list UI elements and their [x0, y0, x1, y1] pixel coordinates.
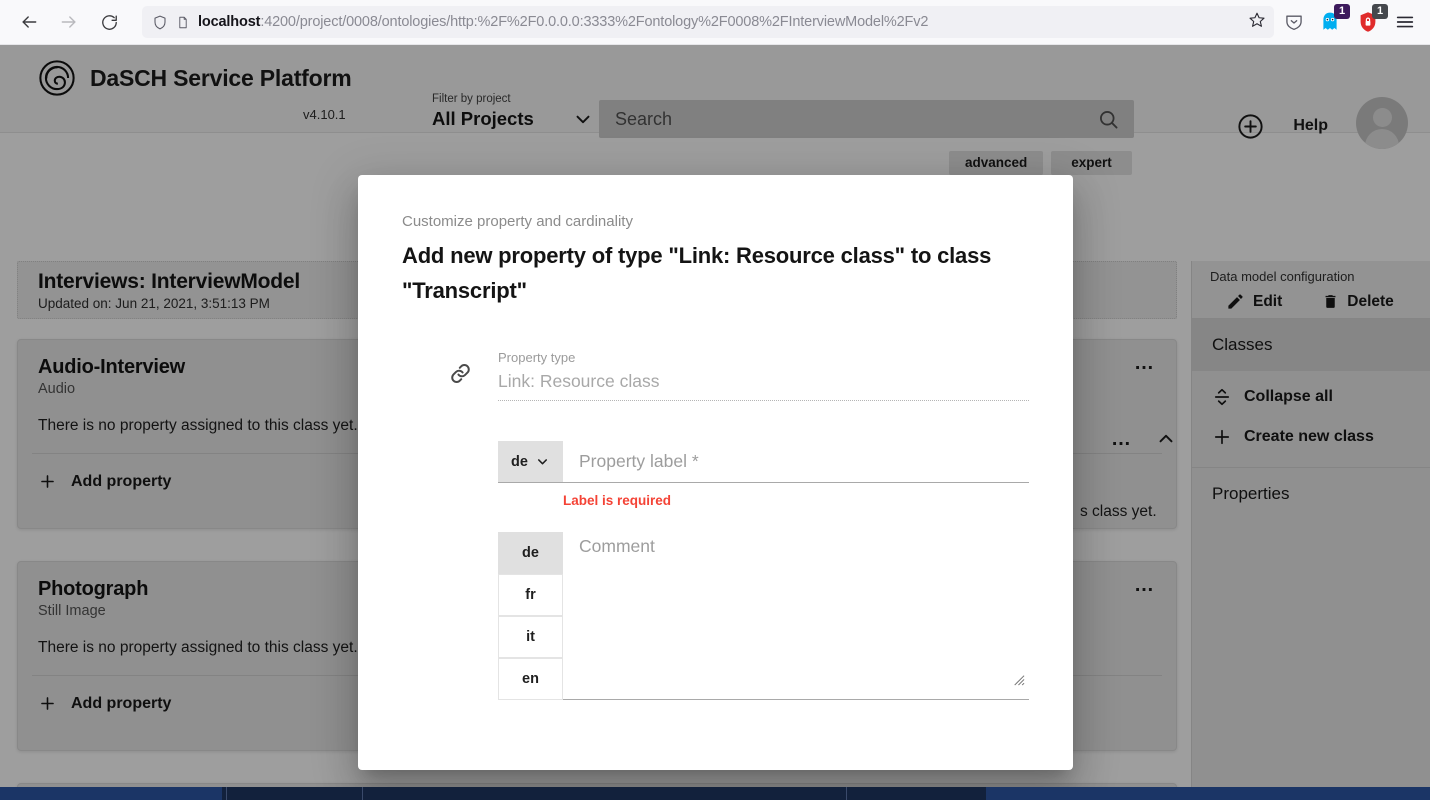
page-info-icon[interactable] — [176, 14, 190, 31]
back-button[interactable] — [12, 5, 46, 39]
bookmark-star-icon[interactable] — [1248, 11, 1266, 34]
hamburger-menu-icon — [1394, 11, 1416, 33]
property-label-input[interactable]: Property label * — [563, 441, 1029, 483]
address-bar-container: localhost:4200/project/0008/ontologies/h… — [126, 6, 1284, 38]
comment-textarea[interactable]: Comment — [563, 532, 1029, 700]
browser-toolbar: localhost:4200/project/0008/ontologies/h… — [0, 0, 1430, 45]
property-label-placeholder: Property label * — [579, 451, 699, 472]
taskbar-item[interactable] — [986, 787, 1430, 800]
os-taskbar[interactable] — [0, 787, 1430, 800]
property-type-label: Property type — [498, 350, 1029, 366]
dialog-overline: Customize property and cardinality — [402, 213, 1029, 230]
property-label-error: Label is required — [402, 493, 1029, 508]
link-icon — [448, 361, 498, 401]
reload-button[interactable] — [92, 5, 126, 39]
chevron-down-icon — [535, 454, 550, 469]
property-type-input-readonly: Property type Link: Resource class — [498, 350, 1029, 401]
lock-shield-extension-button[interactable]: 1 — [1356, 10, 1380, 34]
comment-language-option-fr[interactable]: fr — [498, 574, 563, 616]
ghost-extension-badge: 1 — [1334, 4, 1350, 19]
address-bar[interactable]: localhost:4200/project/0008/ontologies/h… — [142, 6, 1274, 38]
property-type-field: Property type Link: Resource class — [402, 350, 1029, 401]
comment-language-option-de[interactable]: de — [498, 532, 563, 574]
back-arrow-icon — [19, 12, 39, 32]
property-label-language-value: de — [511, 454, 528, 470]
property-label-field: de Property label * — [402, 441, 1029, 483]
url-host: localhost — [198, 14, 260, 30]
lock-shield-extension-badge: 1 — [1372, 4, 1388, 19]
application-viewport: DaSCH Service Platform v4.10.1 Filter by… — [0, 45, 1430, 800]
browser-toolbar-right: 1 1 — [1284, 10, 1430, 34]
comment-language-option-en[interactable]: en — [498, 658, 563, 700]
url-text: localhost:4200/project/0008/ontologies/h… — [198, 14, 1240, 30]
comment-placeholder: Comment — [579, 536, 655, 556]
property-label-language-select[interactable]: de — [498, 441, 563, 483]
browser-nav-buttons — [0, 5, 126, 39]
dialog-title: Add new property of type "Link: Resource… — [402, 238, 1029, 308]
reload-icon — [100, 13, 119, 32]
hamburger-menu-button[interactable] — [1394, 11, 1416, 33]
add-property-dialog: Customize property and cardinality Add n… — [358, 175, 1073, 770]
comment-language-option-it[interactable]: it — [498, 616, 563, 658]
resize-handle-icon[interactable] — [1010, 671, 1025, 691]
screen: localhost:4200/project/0008/ontologies/h… — [0, 0, 1430, 800]
tracking-protection-shield-icon[interactable] — [152, 14, 168, 31]
forward-arrow-icon — [59, 12, 79, 32]
property-type-value: Link: Resource class — [498, 371, 1029, 392]
comment-language-options: de fr it en — [498, 532, 563, 700]
comment-field: de fr it en Comment — [402, 532, 1029, 700]
taskbar-item[interactable] — [0, 787, 222, 800]
pocket-save-icon[interactable] — [1284, 12, 1304, 32]
ghost-extension-button[interactable]: 1 — [1318, 10, 1342, 34]
url-path: :4200/project/0008/ontologies/http:%2F%2… — [260, 14, 928, 30]
forward-button[interactable] — [52, 5, 86, 39]
